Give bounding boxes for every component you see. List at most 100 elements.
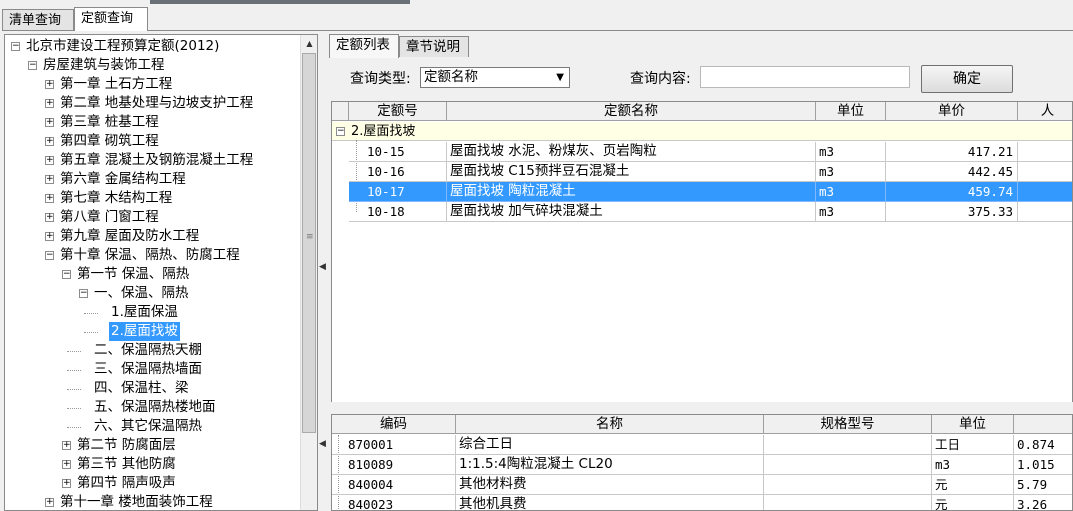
collapse-minus-icon[interactable]: −: [11, 42, 20, 51]
tree-node[interactable]: 第四节 隔声吸声: [75, 474, 178, 493]
table-cell: [1018, 142, 1072, 162]
tree-node[interactable]: 第十一章 楼地面装饰工程: [58, 493, 215, 510]
scroll-thumb[interactable]: ≡: [302, 53, 316, 433]
column-header[interactable]: 单价: [886, 102, 1018, 121]
tree-node[interactable]: 四、保温柱、梁: [92, 379, 191, 398]
query-content-input[interactable]: [700, 66, 910, 88]
tree-node[interactable]: 第十章 保温、隔热、防腐工程: [58, 246, 242, 265]
tree-node-label: 三、保温隔热墙面: [94, 361, 202, 377]
tree-node[interactable]: 第一章 土石方工程: [58, 75, 174, 94]
table-cell: 840004: [332, 475, 456, 495]
tree-node[interactable]: 第五章 混凝土及钢筋混凝土工程: [58, 151, 255, 170]
expand-plus-icon[interactable]: +: [45, 175, 54, 184]
tab-bill-query[interactable]: 清单查询: [2, 9, 74, 30]
collapse-minus-icon[interactable]: −: [79, 289, 88, 298]
collapse-minus-icon[interactable]: −: [336, 127, 345, 136]
query-type-value: 定额名称: [424, 69, 478, 85]
tree-node[interactable]: 一、保温、隔热: [92, 284, 191, 303]
tree-node[interactable]: 第一节 保温、隔热: [75, 265, 191, 284]
group-row[interactable]: −2.屋面找坡: [332, 122, 1072, 141]
tree-node-label: 六、其它保温隔热: [94, 418, 202, 434]
tree-node[interactable]: 五、保温隔热楼地面: [92, 398, 218, 417]
expand-plus-icon[interactable]: +: [45, 118, 54, 127]
quota-chapter-tree[interactable]: − 北京市建设工程预算定额(2012) − 房屋建筑与装饰工程 + 第一章 土石方工程 + 第…: [4, 34, 318, 511]
tree-node-label: 第十一章 楼地面装饰工程: [60, 494, 213, 510]
scroll-up-arrow-icon[interactable]: ▲: [301, 35, 317, 52]
column-header[interactable]: 单位: [816, 102, 886, 121]
tree-node[interactable]: 第二节 防腐面层: [75, 436, 178, 455]
column-header[interactable]: 定额名称: [447, 102, 816, 121]
table-cell: 417.21: [886, 142, 1018, 162]
grid-splitter[interactable]: [329, 402, 1073, 414]
expand-plus-icon[interactable]: +: [45, 213, 54, 222]
collapse-left-arrow-icon[interactable]: ◀: [319, 439, 326, 449]
tree-node[interactable]: 第七章 木结构工程: [58, 189, 174, 208]
tree-node[interactable]: 六、其它保温隔热: [92, 417, 204, 436]
column-header[interactable]: 编码: [332, 415, 456, 434]
tree-node-label: 第三章 桩基工程: [60, 114, 159, 130]
expand-plus-icon[interactable]: +: [45, 137, 54, 146]
tab-chapter-notes[interactable]: 章节说明: [399, 36, 469, 57]
tree-node[interactable]: 二、保温隔热天棚: [92, 341, 204, 360]
expand-plus-icon[interactable]: +: [45, 99, 54, 108]
tree-connector-line: [67, 408, 81, 409]
collapse-left-arrow-icon[interactable]: ◀: [319, 262, 326, 272]
column-header[interactable]: 规格型号: [764, 415, 932, 434]
table-cell: 870001: [332, 435, 456, 455]
row-indicator-header: [332, 102, 349, 121]
dropdown-caret-icon[interactable]: ▼: [556, 68, 564, 87]
table-cell: 1:1.5:4陶粒混凝土 CL20: [456, 455, 764, 475]
tree-vertical-scrollbar[interactable]: ▲ ≡: [300, 35, 317, 510]
tree-node[interactable]: 第六章 金属结构工程: [58, 170, 188, 189]
tree-node[interactable]: 北京市建设工程预算定额(2012): [24, 37, 221, 56]
tree-node-label: 第七章 木结构工程: [60, 190, 173, 206]
table-cell: 工日: [932, 435, 1014, 455]
column-header[interactable]: 定额号: [349, 102, 447, 121]
table-cell: 综合工日: [456, 435, 764, 455]
tree-node-label: 第一节 保温、隔热: [77, 266, 190, 282]
table-cell: 其他材料费: [456, 475, 764, 495]
tab-quota-query[interactable]: 定额查询: [74, 7, 148, 31]
query-type-label: 查询类型:: [350, 71, 411, 87]
expand-plus-icon[interactable]: +: [45, 156, 54, 165]
resource-table[interactable]: 编码 名称 规格型号 单位 870001 综合工日 工日 0.874 810089 1:1.5:4…: [331, 414, 1073, 511]
table-cell: [1018, 182, 1072, 202]
expand-plus-icon[interactable]: +: [62, 479, 71, 488]
expand-plus-icon[interactable]: +: [45, 194, 54, 203]
pane-splitter[interactable]: ◀ ◀: [318, 34, 326, 511]
tree-node[interactable]: 第八章 门窗工程: [58, 208, 161, 227]
tree-node-label: 第三节 其他防腐: [77, 456, 176, 472]
query-type-select[interactable]: 定额名称 ▼: [420, 67, 570, 88]
collapse-minus-icon[interactable]: −: [28, 61, 37, 70]
tree-node[interactable]: 1.屋面保温: [109, 303, 180, 322]
confirm-button[interactable]: 确定: [921, 65, 1013, 93]
tree-node[interactable]: 第三章 桩基工程: [58, 113, 161, 132]
table-cell: m3: [816, 142, 886, 162]
expand-plus-icon[interactable]: +: [62, 441, 71, 450]
expand-plus-icon[interactable]: +: [45, 80, 54, 89]
table-cell: m3: [816, 202, 886, 222]
expand-plus-icon[interactable]: +: [45, 232, 54, 241]
column-header[interactable]: 名称: [456, 415, 764, 434]
tree-node[interactable]: 第九章 屋面及防水工程: [58, 227, 201, 246]
column-header[interactable]: [1014, 415, 1072, 434]
quota-table[interactable]: 定额号 定额名称 单位 单价人 −2.屋面找坡 10-15 屋面找坡 水泥、粉煤灰、页岩陶粒…: [331, 101, 1073, 403]
tree-node-label: 北京市建设工程预算定额(2012): [26, 38, 220, 54]
table-cell: 10-17: [349, 182, 447, 202]
tab-quota-list[interactable]: 定额列表: [329, 34, 399, 58]
tree-node[interactable]: 2.屋面找坡: [109, 322, 180, 341]
tree-node[interactable]: 第三节 其他防腐: [75, 455, 178, 474]
table-cell: 其他机具费: [456, 495, 764, 510]
tree-node[interactable]: 三、保温隔热墙面: [92, 360, 204, 379]
tree-node-label: 房屋建筑与装饰工程: [43, 57, 165, 73]
query-content-label: 查询内容:: [630, 71, 691, 87]
tree-node[interactable]: 第四章 砌筑工程: [58, 132, 161, 151]
collapse-minus-icon[interactable]: −: [45, 251, 54, 260]
expand-plus-icon[interactable]: +: [45, 498, 54, 507]
column-header[interactable]: 人: [1018, 102, 1072, 121]
tree-node[interactable]: 房屋建筑与装饰工程: [41, 56, 167, 75]
tree-node[interactable]: 第二章 地基处理与边坡支护工程: [58, 94, 255, 113]
column-header[interactable]: 单位: [932, 415, 1014, 434]
expand-plus-icon[interactable]: +: [62, 460, 71, 469]
collapse-minus-icon[interactable]: −: [62, 270, 71, 279]
